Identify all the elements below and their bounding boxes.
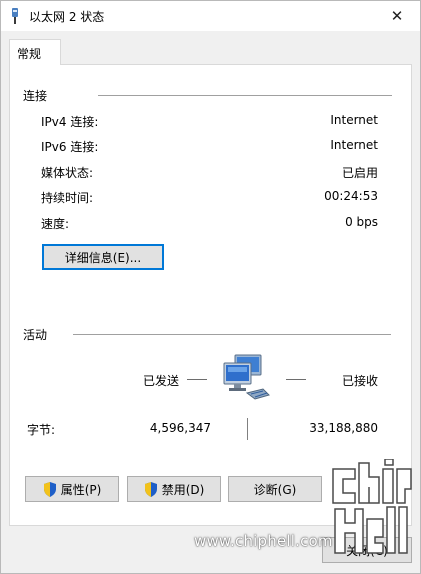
received-dash [286,379,306,380]
received-label: 已接收 [342,374,379,388]
sent-dash [187,379,207,380]
status-dialog: 以太网 2 状态 ✕ 常规 连接 IPv4 连接: Internet IPv6 … [0,0,421,574]
tab-label: 常规 [17,47,42,61]
connection-group-divider [98,95,392,96]
tab-general[interactable]: 常规 [9,39,61,65]
title-bar: 以太网 2 状态 ✕ [1,1,420,31]
ipv4-label: IPv4 连接: [41,115,99,129]
sent-label: 已发送 [143,374,180,388]
bytes-label: 字节: [27,423,56,437]
tab-panel-general [9,64,412,526]
network-computers-icon [223,354,270,400]
media-state-label: 媒体状态: [41,166,94,180]
disable-button-label: 禁用(D) [161,482,205,497]
activity-group-title: 活动 [23,326,52,343]
bytes-separator [247,418,248,440]
disable-button[interactable]: 禁用(D) [127,476,221,502]
speed-label: 速度: [41,217,70,231]
media-state-value: 已启用 [341,166,378,180]
details-button[interactable]: 详细信息(E)... [42,244,164,270]
properties-button[interactable]: 属性(P) [25,476,119,502]
ipv6-value: Internet [330,138,378,152]
window-title: 以太网 2 状态 [29,10,105,24]
activity-group-divider [73,334,391,335]
bytes-received-value: 33,188,880 [309,421,378,435]
ipv4-value: Internet [330,113,378,127]
speed-value: 0 bps [345,215,378,229]
ipv6-label: IPv6 连接: [41,140,99,154]
watermark-text: www.chiphell.com [194,532,333,550]
uac-shield-icon [144,481,157,497]
connection-group-title: 连接 [23,87,52,104]
chiphell-logo-watermark [332,459,412,554]
duration-label: 持续时间: [41,191,94,205]
diagnose-button[interactable]: 诊断(G) [228,476,322,502]
duration-value: 00:24:53 [324,189,378,203]
close-icon[interactable]: ✕ [374,1,420,31]
bytes-sent-value: 4,596,347 [149,421,211,435]
properties-button-label: 属性(P) [60,482,102,497]
network-adapter-icon [12,8,18,24]
uac-shield-icon [43,481,56,497]
